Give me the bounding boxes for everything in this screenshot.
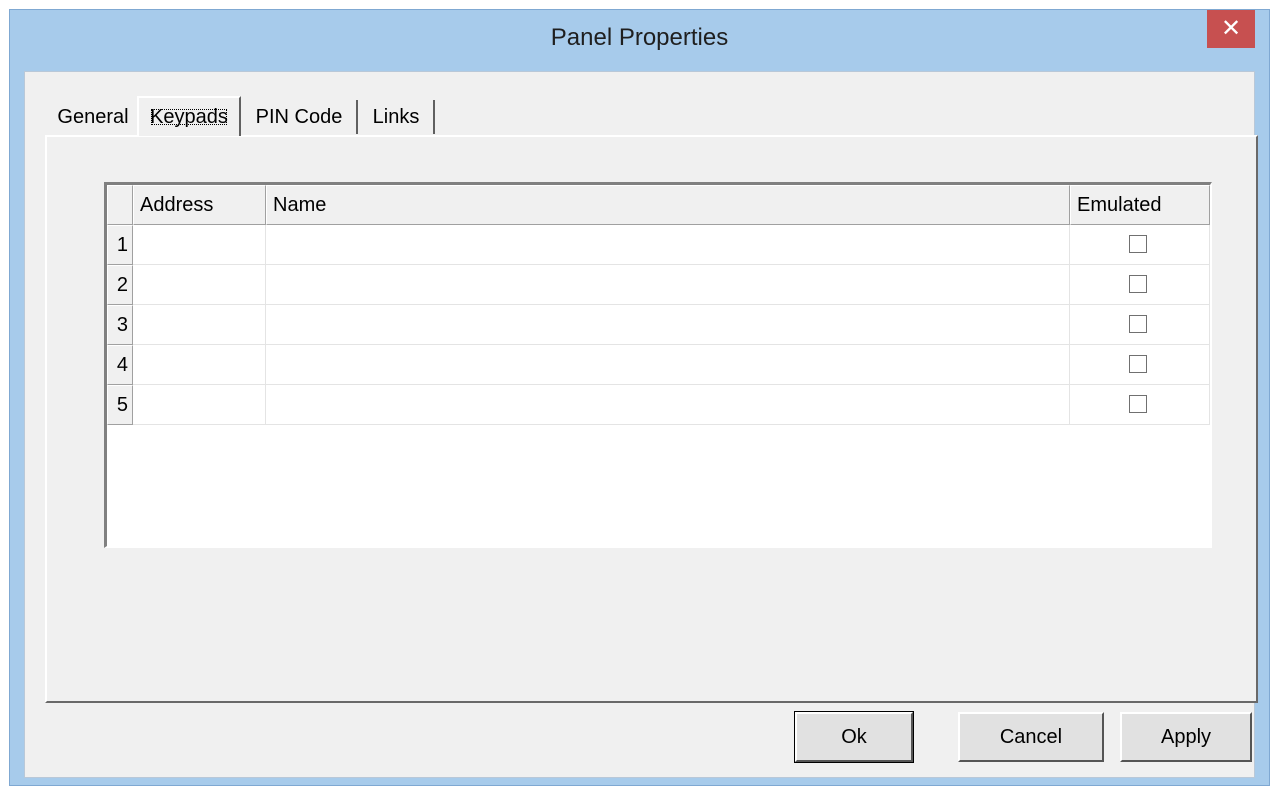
emulated-cell bbox=[1070, 385, 1210, 425]
keypads-tab-panel: Address Name Emulated 1 2 3 4 5 bbox=[45, 135, 1258, 703]
row-number[interactable]: 3 bbox=[107, 305, 133, 345]
close-icon: ✕ bbox=[1220, 14, 1242, 42]
tab-keypads[interactable]: Keypads bbox=[137, 96, 241, 136]
close-button[interactable]: ✕ bbox=[1207, 10, 1255, 48]
grid-header: Address Name Emulated bbox=[107, 185, 1210, 225]
table-row: 2 bbox=[107, 265, 1210, 305]
emulated-checkbox[interactable] bbox=[1129, 275, 1147, 293]
row-number[interactable]: 2 bbox=[107, 265, 133, 305]
name-cell[interactable] bbox=[266, 305, 1070, 345]
name-cell[interactable] bbox=[266, 345, 1070, 385]
row-number[interactable]: 4 bbox=[107, 345, 133, 385]
emulated-cell bbox=[1070, 345, 1210, 385]
column-header-emulated[interactable]: Emulated bbox=[1070, 185, 1210, 225]
dialog-client-area: General Keypads PIN Code Links Address N… bbox=[24, 71, 1258, 778]
emulated-cell bbox=[1070, 225, 1210, 265]
name-cell[interactable] bbox=[266, 225, 1070, 265]
emulated-checkbox[interactable] bbox=[1129, 235, 1147, 253]
table-row: 5 bbox=[107, 385, 1210, 425]
tab-general[interactable]: General bbox=[48, 100, 138, 134]
tab-links-label: Links bbox=[372, 106, 420, 128]
title-bar[interactable]: Panel Properties ✕ bbox=[10, 10, 1269, 72]
address-cell[interactable] bbox=[133, 265, 266, 305]
tab-pin-code-label: PIN Code bbox=[255, 106, 343, 128]
tab-general-label: General bbox=[57, 106, 129, 128]
window-title: Panel Properties bbox=[550, 24, 729, 51]
row-number[interactable]: 1 bbox=[107, 225, 133, 265]
keypads-grid[interactable]: Address Name Emulated 1 2 3 4 5 bbox=[104, 182, 1212, 548]
emulated-cell bbox=[1070, 265, 1210, 305]
address-cell[interactable] bbox=[133, 225, 266, 265]
address-cell[interactable] bbox=[133, 305, 266, 345]
apply-button[interactable]: Apply bbox=[1120, 712, 1252, 762]
tab-keypads-label: Keypads bbox=[146, 104, 232, 130]
cancel-button[interactable]: Cancel bbox=[958, 712, 1104, 762]
row-number[interactable]: 5 bbox=[107, 385, 133, 425]
tab-links[interactable]: Links bbox=[359, 100, 435, 134]
address-cell[interactable] bbox=[133, 345, 266, 385]
name-cell[interactable] bbox=[266, 385, 1070, 425]
emulated-cell bbox=[1070, 305, 1210, 345]
table-row: 4 bbox=[107, 345, 1210, 385]
ok-button[interactable]: Ok bbox=[794, 711, 914, 763]
address-cell[interactable] bbox=[133, 385, 266, 425]
emulated-checkbox[interactable] bbox=[1129, 355, 1147, 373]
name-cell[interactable] bbox=[266, 265, 1070, 305]
emulated-checkbox[interactable] bbox=[1129, 315, 1147, 333]
table-row: 3 bbox=[107, 305, 1210, 345]
grid-corner-cell bbox=[107, 185, 133, 225]
column-header-address[interactable]: Address bbox=[133, 185, 266, 225]
dialog-window: Panel Properties ✕ General Keypads PIN C… bbox=[9, 9, 1270, 786]
table-row: 1 bbox=[107, 225, 1210, 265]
emulated-checkbox[interactable] bbox=[1129, 395, 1147, 413]
column-header-name[interactable]: Name bbox=[266, 185, 1070, 225]
tab-pin-code[interactable]: PIN Code bbox=[242, 100, 358, 134]
